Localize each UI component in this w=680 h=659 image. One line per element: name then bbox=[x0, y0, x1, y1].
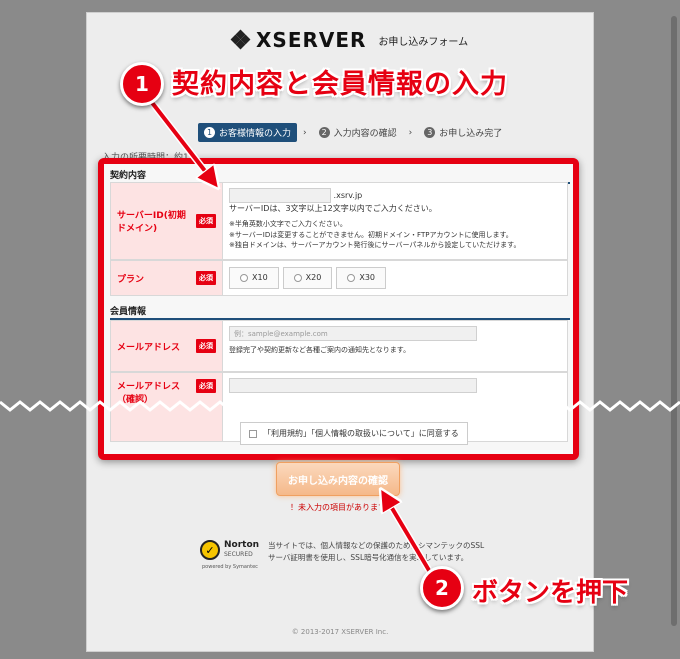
step-number-badge: 2 bbox=[420, 566, 464, 610]
member-heading: 会員情報 bbox=[110, 304, 570, 320]
step-1: 1 お客様情報の入力 bbox=[198, 123, 298, 142]
server-id-input[interactable] bbox=[229, 188, 331, 203]
server-id-label: サーバーID(初期ドメイン) bbox=[117, 211, 186, 234]
radio-icon bbox=[240, 274, 248, 282]
required-badge: 必須 bbox=[196, 271, 216, 285]
scrollbar[interactable] bbox=[668, 0, 680, 659]
brand-name: XSERVER bbox=[256, 28, 367, 52]
email-row: メールアドレス 必須 例：sample@example.com 登録完了や契約更新… bbox=[110, 320, 568, 372]
radio-icon bbox=[293, 274, 302, 282]
agreement-checkbox[interactable]: 「利用規約」「個人情報の取扱いについて」に同意する bbox=[240, 422, 468, 445]
server-id-note: ※サーバーIDは変更することができません。初期ドメイン・FTPアカウントに使用し… bbox=[229, 230, 513, 239]
cut-line-zigzag bbox=[0, 400, 680, 412]
step-2: 2 入力内容の確認 bbox=[313, 123, 403, 142]
required-badge: 必須 bbox=[196, 214, 216, 228]
server-id-note: ※半角英数小文字でご入力ください。 bbox=[229, 220, 347, 228]
plan-option-x30[interactable]: X30 bbox=[336, 267, 387, 289]
step-3: 3 お申し込み完了 bbox=[418, 123, 508, 142]
step-number-badge: 1 bbox=[120, 62, 164, 106]
confirm-button[interactable]: お申し込み内容の確認 bbox=[276, 462, 400, 496]
server-id-hint: サーバーIDは、3文字以上12文字以内でご入力ください。 bbox=[229, 204, 437, 213]
chevron-right-icon: › bbox=[408, 127, 413, 138]
norton-secured-seal: ✓ Norton SECURED powered by Symantec bbox=[200, 540, 260, 570]
plan-label: プラン bbox=[117, 274, 145, 285]
logo-mark-icon bbox=[230, 29, 251, 50]
required-badge: 必須 bbox=[196, 339, 216, 353]
annotation-title-2: ボタンを押下 bbox=[472, 578, 629, 608]
checkbox-icon bbox=[249, 429, 257, 438]
scrollbar-thumb[interactable] bbox=[671, 16, 677, 626]
plan-option-x20[interactable]: X20 bbox=[282, 267, 333, 289]
plan-row: プラン 必須 X10 X20 X30 bbox=[110, 260, 568, 296]
ssl-description: 当サイトでは、個人情報などの保護のためにシマンテックのSSLサーバ証明書を使用し… bbox=[268, 541, 485, 562]
required-badge: 必須 bbox=[196, 379, 216, 393]
email-confirm-input[interactable] bbox=[229, 378, 477, 393]
progress-steps: 1 お客様情報の入力 › 2 入力内容の確認 › 3 お申し込み完了 bbox=[198, 123, 508, 142]
email-input[interactable]: 例：sample@example.com bbox=[229, 326, 477, 341]
server-id-row: サーバーID(初期ドメイン) 必須 .xsrv.jp サーバーIDは、3文字以上1… bbox=[110, 182, 568, 260]
form-title: お申し込みフォーム bbox=[378, 36, 469, 48]
checkmark-icon: ✓ bbox=[200, 540, 220, 560]
server-id-suffix: .xsrv.jp bbox=[333, 191, 363, 200]
server-id-note: ※独自ドメインは、サーバーアカウント発行後にサーバーパネルから設定していただけま… bbox=[229, 241, 521, 249]
email-hint: 登録完了や契約更新など各種ご案内の通知先となります。 bbox=[229, 346, 411, 354]
missing-field-warning: ！未入力の項目があります bbox=[290, 503, 386, 512]
email-label: メールアドレス bbox=[117, 342, 181, 353]
plan-option-x10[interactable]: X10 bbox=[229, 267, 279, 289]
copyright: © 2013-2017 XSERVER Inc. bbox=[291, 628, 389, 636]
annotation-title-1: 契約内容と会員情報の入力 bbox=[172, 69, 508, 100]
xserver-logo: XSERVER お申し込みフォーム bbox=[230, 28, 469, 52]
chevron-right-icon: › bbox=[303, 127, 307, 138]
radio-icon bbox=[347, 274, 356, 282]
